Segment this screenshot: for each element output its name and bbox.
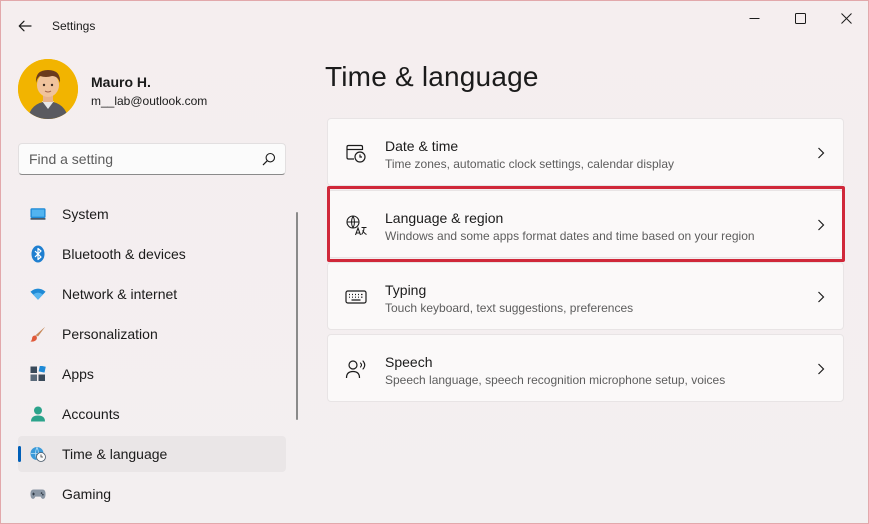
user-email: m__lab@outlook.com <box>91 94 208 108</box>
user-name: Mauro H. <box>91 74 151 90</box>
chevron-right-icon <box>818 147 825 159</box>
close-icon <box>840 12 852 24</box>
language-icon <box>346 215 367 236</box>
sidebar-item-label: Gaming <box>62 486 112 502</box>
maximize-icon <box>794 12 806 24</box>
close-button[interactable] <box>823 1 869 35</box>
brush-icon <box>30 326 46 342</box>
speech-icon <box>345 360 366 379</box>
back-arrow-icon <box>18 20 32 32</box>
search-input[interactable] <box>19 144 249 174</box>
keyboard-icon <box>345 290 367 304</box>
sidebar-item-gaming[interactable]: Gaming <box>18 476 286 512</box>
card-subtitle: Speech language, speech recognition micr… <box>385 373 726 387</box>
page-title: Time & language <box>325 61 539 92</box>
sidebar-item-label: System <box>62 206 109 222</box>
search-icon[interactable] <box>262 152 276 166</box>
sidebar-item-label: Personalization <box>62 326 158 342</box>
gamepad-icon <box>30 486 46 502</box>
sidebar-item-apps[interactable]: Apps <box>18 356 286 392</box>
sidebar-item-accounts[interactable]: Accounts <box>18 396 286 432</box>
search-box[interactable] <box>18 143 286 175</box>
back-button[interactable] <box>13 15 37 37</box>
sidebar-item-label: Bluetooth & devices <box>62 246 186 262</box>
chevron-right-icon <box>818 219 825 231</box>
card-language-region[interactable]: Language & region Windows and some apps … <box>327 190 844 258</box>
sidebar-item-label: Apps <box>62 366 94 382</box>
card-speech[interactable]: Speech Speech language, speech recogniti… <box>327 334 844 402</box>
avatar[interactable] <box>18 59 78 119</box>
globe-clock-icon <box>30 446 46 462</box>
chevron-right-icon <box>818 363 825 375</box>
sidebar-item-label: Network & internet <box>62 286 178 302</box>
card-title: Speech <box>385 354 433 370</box>
card-title: Language & region <box>385 210 504 226</box>
bluetooth-icon <box>30 245 46 263</box>
sidebar-item-network[interactable]: Network & internet <box>18 276 286 312</box>
sidebar-item-label: Time & language <box>62 446 168 462</box>
card-typing[interactable]: Typing Touch keyboard, text suggestions,… <box>327 262 844 330</box>
sidebar-item-system[interactable]: System <box>18 196 286 232</box>
title-bar: Settings <box>1 1 868 49</box>
wifi-icon <box>30 286 46 302</box>
card-subtitle: Windows and some apps format dates and t… <box>385 229 755 243</box>
sidebar-nav: System Bluetooth & devices Network & int… <box>18 196 286 516</box>
sidebar-item-personalization[interactable]: Personalization <box>18 316 286 352</box>
maximize-button[interactable] <box>777 1 823 35</box>
card-title: Date & time <box>385 138 459 154</box>
card-subtitle: Time zones, automatic clock settings, ca… <box>385 157 675 171</box>
sidebar-item-bluetooth[interactable]: Bluetooth & devices <box>18 236 286 272</box>
app-title: Settings <box>52 19 96 33</box>
minimize-icon <box>749 17 759 19</box>
card-date-time[interactable]: Date & time Time zones, automatic clock … <box>327 118 844 186</box>
apps-icon <box>30 366 46 382</box>
user-avatar-icon <box>18 59 78 119</box>
person-icon <box>30 406 46 422</box>
settings-window: Settings Mauro H. m__lab@outlook.com Fin… <box>0 0 869 524</box>
card-title: Typing <box>385 282 427 298</box>
sidebar-item-time-language[interactable]: Time & language <box>18 436 286 472</box>
minimize-button[interactable] <box>731 1 777 35</box>
monitor-icon <box>30 206 46 222</box>
sidebar-item-label: Accounts <box>62 406 120 422</box>
chevron-right-icon <box>818 291 825 303</box>
card-subtitle: Touch keyboard, text suggestions, prefer… <box>385 301 634 315</box>
sidebar-scrollbar[interactable] <box>296 212 298 420</box>
calendar-clock-icon <box>346 144 366 163</box>
